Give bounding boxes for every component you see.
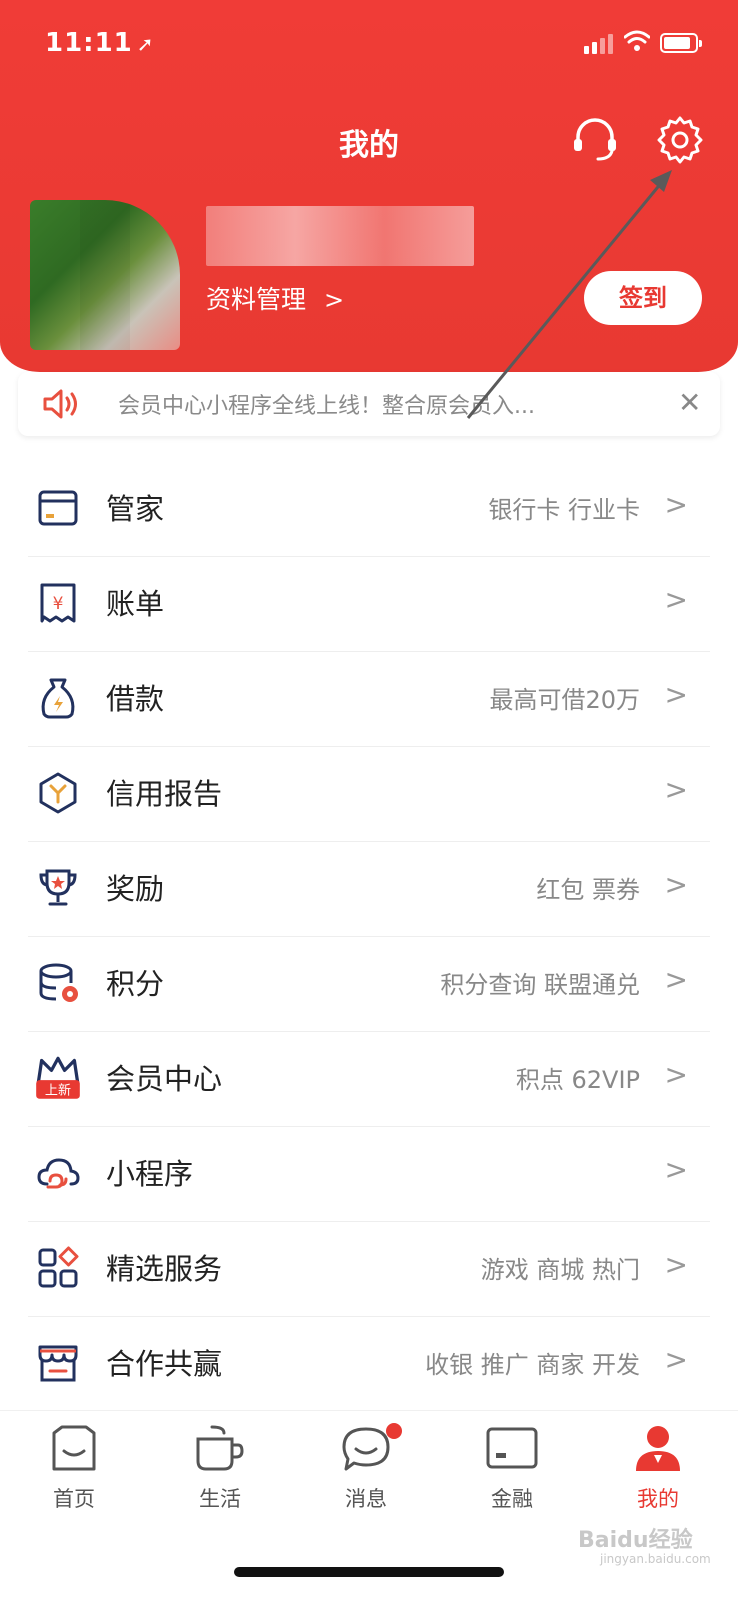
tab-messages[interactable]: 消息 xyxy=(306,1423,426,1533)
grid-icon xyxy=(38,1246,79,1288)
tab-label: 生活 xyxy=(199,1487,241,1511)
store-icon xyxy=(38,1345,78,1382)
menu-label: 借款 xyxy=(106,682,165,716)
menu-sub: 积点 62VIP xyxy=(515,1066,640,1094)
chevron-right-icon: > xyxy=(664,583,688,616)
time-text: 11:11 xyxy=(45,28,133,58)
chevron-right-icon: > xyxy=(664,773,688,806)
credit-report-icon xyxy=(39,772,77,814)
home-icon xyxy=(52,1425,96,1471)
chevron-right-icon: > xyxy=(664,1248,688,1281)
tab-mine[interactable]: 我的 xyxy=(598,1423,718,1533)
profile-icon xyxy=(636,1426,680,1471)
menu-item-partnership[interactable]: 合作共赢 收银 推广 商家 开发 > xyxy=(28,1317,710,1412)
menu-sub: 银行卡 行业卡 xyxy=(488,496,640,524)
notice-text: 会员中心小程序全线上线！整合原会员入... xyxy=(118,394,535,419)
tab-label: 我的 xyxy=(637,1487,679,1511)
chevron-right-icon: > xyxy=(664,1058,688,1091)
status-bar: 11:11 ➚ xyxy=(0,0,738,90)
card-icon xyxy=(38,490,78,526)
menu-sub: 红包 票券 xyxy=(536,876,640,904)
chevron-right-icon: > xyxy=(324,286,345,314)
menu-label: 积分 xyxy=(106,967,165,1001)
chevron-right-icon: > xyxy=(664,678,688,711)
menu-item-credit-report[interactable]: 信用报告 > xyxy=(28,747,710,842)
menu-item-mini-program[interactable]: 小程序 > xyxy=(28,1127,710,1222)
menu-label: 合作共赢 xyxy=(106,1347,223,1381)
tab-label: 首页 xyxy=(53,1487,95,1511)
close-icon[interactable]: ✕ xyxy=(678,386,701,419)
finance-card-icon xyxy=(486,1427,538,1469)
chevron-right-icon: > xyxy=(664,1153,688,1186)
checkin-button[interactable]: 签到 xyxy=(584,271,702,325)
menu-sub: 游戏 商城 热门 xyxy=(480,1256,640,1284)
menu-item-member-center[interactable]: 上新 会员中心 积点 62VIP > xyxy=(28,1032,710,1127)
menu-item-bill[interactable]: ¥ 账单 > xyxy=(28,557,710,652)
gear-icon[interactable] xyxy=(654,114,706,166)
cloud-icon xyxy=(37,1158,80,1189)
tab-label: 金融 xyxy=(491,1487,533,1511)
tab-finance[interactable]: 金融 xyxy=(452,1423,572,1533)
profile-header: 11:11 ➚ 我的 资料管理 > 签到 xyxy=(0,0,738,372)
cup-icon xyxy=(196,1425,244,1471)
new-tag: 上新 xyxy=(45,1082,71,1098)
svg-text:¥: ¥ xyxy=(53,594,64,614)
menu-item-loan[interactable]: 借款 最高可借20万 > xyxy=(28,652,710,747)
home-indicator xyxy=(234,1567,504,1577)
trophy-icon xyxy=(39,869,77,906)
cellular-signal-icon xyxy=(584,34,616,54)
notice-bar[interactable]: 会员中心小程序全线上线！整合原会员入... ✕ xyxy=(18,372,720,436)
menu-list: 管家 银行卡 行业卡 > ¥ 账单 > 借款 最高可借20万 > 信用报告 > xyxy=(28,462,710,1412)
tab-label: 消息 xyxy=(345,1487,387,1511)
menu-sub: 积分查询 联盟通兑 xyxy=(440,971,640,999)
user-name-redacted xyxy=(206,206,474,266)
profile-link-label: 资料管理 xyxy=(206,285,307,314)
menu-label: 精选服务 xyxy=(106,1252,223,1286)
profile-manage-link[interactable]: 资料管理 > xyxy=(206,280,344,316)
customer-service-icon[interactable] xyxy=(570,115,620,165)
battery-icon xyxy=(660,33,702,53)
menu-sub: 收银 推广 商家 开发 xyxy=(425,1351,640,1379)
chevron-right-icon: > xyxy=(664,963,688,996)
speaker-icon xyxy=(43,389,77,419)
menu-item-rewards[interactable]: 奖励 红包 票券 > xyxy=(28,842,710,937)
crown-icon: 上新 xyxy=(36,1056,80,1099)
menu-item-points[interactable]: 积分 积分查询 联盟通兑 > xyxy=(28,937,710,1032)
avatar[interactable] xyxy=(30,200,180,350)
wifi-icon xyxy=(624,30,650,51)
loan-bag-icon xyxy=(41,678,75,719)
chevron-right-icon: > xyxy=(664,868,688,901)
menu-label: 信用报告 xyxy=(106,777,223,811)
menu-label: 小程序 xyxy=(106,1157,194,1191)
chevron-right-icon: > xyxy=(664,1343,688,1376)
tab-life[interactable]: 生活 xyxy=(160,1423,280,1533)
watermark-url: jingyan.baidu.com xyxy=(600,1552,711,1566)
unread-badge xyxy=(386,1423,402,1439)
page-title: 我的 xyxy=(339,128,399,163)
points-icon xyxy=(39,963,78,1002)
menu-label: 账单 xyxy=(106,587,165,621)
status-time: 11:11 ➚ xyxy=(45,28,155,58)
tab-home[interactable]: 首页 xyxy=(14,1423,134,1533)
menu-label: 会员中心 xyxy=(106,1062,223,1096)
menu-item-butler[interactable]: 管家 银行卡 行业卡 > xyxy=(28,462,710,557)
menu-item-featured-services[interactable]: 精选服务 游戏 商城 热门 > xyxy=(28,1222,710,1317)
bottom-tab-bar: 首页 生活 消息 金融 我的 xyxy=(0,1410,738,1600)
location-arrow-icon: ➚ xyxy=(136,32,155,56)
watermark: Baidu经验 xyxy=(578,1528,693,1553)
menu-label: 管家 xyxy=(106,492,165,526)
menu-label: 奖励 xyxy=(106,872,165,906)
menu-sub: 最高可借20万 xyxy=(489,686,640,714)
bill-icon: ¥ xyxy=(40,583,76,623)
chevron-right-icon: > xyxy=(664,488,688,521)
